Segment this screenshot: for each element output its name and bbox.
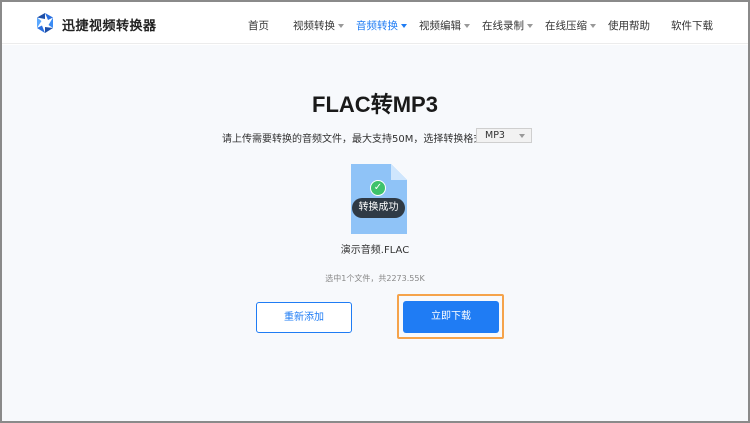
nav-item-label: 在线压缩	[545, 20, 587, 32]
page-title: FLAC转MP3	[312, 92, 438, 117]
nav-item-software-download[interactable]: 软件下载	[671, 18, 713, 33]
nav-item-audio-convert[interactable]: 音频转换	[356, 18, 407, 33]
upload-instruction: 请上传需要转换的音频文件，最大支持50M，选择转换格式:	[222, 134, 487, 145]
chevron-down-icon	[401, 23, 407, 28]
nav-item-video-edit[interactable]: 视频编辑	[419, 18, 470, 33]
chevron-down-icon	[527, 23, 533, 28]
format-select-value: MP3	[485, 130, 505, 141]
nav-item-label: 软件下载	[671, 20, 713, 32]
format-select[interactable]: MP3	[476, 128, 532, 143]
file-summary: 选中1个文件，共2273.55K	[325, 274, 425, 283]
conversion-status-badge: 转换成功	[352, 198, 405, 218]
nav-item-label: 首页	[248, 20, 269, 32]
nav-item-label: 视频转换	[293, 20, 335, 32]
converter-panel: FLAC转MP3 请上传需要转换的音频文件，最大支持50M，选择转换格式: MP…	[2, 45, 748, 421]
nav-item-online-compress[interactable]: 在线压缩	[545, 18, 596, 33]
chevron-down-icon	[464, 23, 470, 28]
nav-item-label: 使用帮助	[608, 20, 650, 32]
download-button[interactable]: 立即下载	[403, 301, 499, 333]
app-logo-icon[interactable]	[34, 12, 56, 34]
nav-item-label: 音频转换	[356, 20, 398, 32]
check-icon: ✓	[370, 180, 386, 196]
chevron-down-icon	[519, 134, 525, 138]
chevron-down-icon	[590, 23, 596, 28]
nav-item-label: 视频编辑	[419, 20, 461, 32]
brand-name[interactable]: 迅捷视频转换器	[62, 15, 157, 34]
file-name: 演示音频.FLAC	[340, 245, 410, 256]
top-navbar: 迅捷视频转换器 首页 视频转换 音频转换 视频编辑 在线录制 在线压缩 使用帮助…	[2, 2, 748, 44]
readd-button[interactable]: 重新添加	[256, 302, 352, 333]
nav-item-help[interactable]: 使用帮助	[608, 18, 650, 33]
chevron-down-icon	[338, 23, 344, 28]
nav-item-online-record[interactable]: 在线录制	[482, 18, 533, 33]
nav-item-home[interactable]: 首页	[248, 18, 269, 33]
nav-item-label: 在线录制	[482, 20, 524, 32]
nav-item-video-convert[interactable]: 视频转换	[293, 18, 344, 33]
